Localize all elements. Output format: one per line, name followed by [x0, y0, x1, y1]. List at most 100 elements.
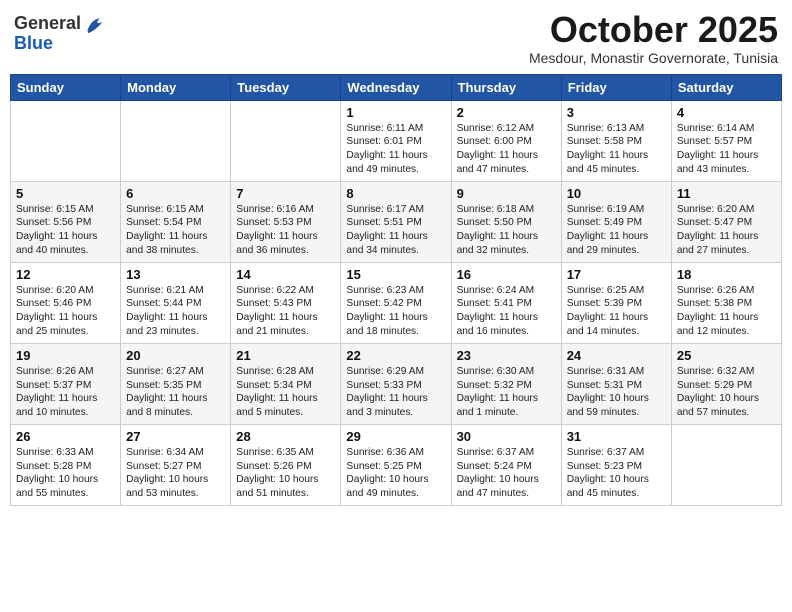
day-number: 16: [457, 267, 556, 282]
day-number: 10: [567, 186, 666, 201]
calendar-cell: 3Sunrise: 6:13 AMSunset: 5:58 PMDaylight…: [561, 100, 671, 181]
day-detail: Sunrise: 6:25 AMSunset: 5:39 PMDaylight:…: [567, 284, 666, 339]
calendar-cell: 28 Sunrise: 6:35 AMSunset: 5:26 PMDayligh…: [231, 424, 341, 505]
page-header: General Blue October 2025 Mesdour, Monas…: [10, 10, 782, 66]
month-title: October 2025: [529, 10, 778, 50]
day-number: 13: [126, 267, 225, 282]
calendar-week-row: 5 Sunrise: 6:15 AMSunset: 5:56 PMDaylight…: [11, 181, 782, 262]
calendar-cell: 2Sunrise: 6:12 AMSunset: 6:00 PMDaylight…: [451, 100, 561, 181]
day-number: 28: [236, 429, 335, 444]
day-detail: Sunrise: 6:16 AMSunset: 5:53 PMDaylight:…: [236, 203, 335, 258]
day-detail: Sunrise: 6:11 AMSunset: 6:01 PMDaylight:…: [346, 122, 445, 177]
day-detail: Sunrise: 6:14 AMSunset: 5:57 PMDaylight:…: [677, 122, 776, 177]
calendar-cell: 18Sunrise: 6:26 AMSunset: 5:38 PMDayligh…: [671, 262, 781, 343]
day-detail: Sunrise: 6:21 AMSunset: 5:44 PMDaylight:…: [126, 284, 225, 339]
weekday-header-friday: Friday: [561, 74, 671, 100]
day-number: 31: [567, 429, 666, 444]
calendar-cell: 17 Sunrise: 6:25 AMSunset: 5:39 PMDayligh…: [561, 262, 671, 343]
calendar-cell: 29 Sunrise: 6:36 AMSunset: 5:25 PMDayligh…: [341, 424, 451, 505]
day-detail: Sunrise: 6:32 AMSunset: 5:29 PMDaylight:…: [677, 365, 776, 420]
day-detail: Sunrise: 6:33 AMSunset: 5:28 PMDaylight:…: [16, 446, 115, 501]
weekday-header-tuesday: Tuesday: [231, 74, 341, 100]
day-detail: Sunrise: 6:27 AMSunset: 5:35 PMDaylight:…: [126, 365, 225, 420]
day-detail: Sunrise: 6:15 AMSunset: 5:54 PMDaylight:…: [126, 203, 225, 258]
day-detail: Sunrise: 6:29 AMSunset: 5:33 PMDaylight:…: [346, 365, 445, 420]
location-subtitle: Mesdour, Monastir Governorate, Tunisia: [529, 50, 778, 66]
calendar-cell: [121, 100, 231, 181]
day-number: 15: [346, 267, 445, 282]
day-number: 2: [457, 105, 556, 120]
day-number: 22: [346, 348, 445, 363]
calendar-cell: 13 Sunrise: 6:21 AMSunset: 5:44 PMDayligh…: [121, 262, 231, 343]
weekday-header-row: SundayMondayTuesdayWednesdayThursdayFrid…: [11, 74, 782, 100]
logo-general: General: [14, 14, 81, 34]
day-detail: Sunrise: 6:28 AMSunset: 5:34 PMDaylight:…: [236, 365, 335, 420]
day-number: 29: [346, 429, 445, 444]
day-number: 25: [677, 348, 776, 363]
weekday-header-wednesday: Wednesday: [341, 74, 451, 100]
calendar-cell: 9 Sunrise: 6:18 AMSunset: 5:50 PMDaylight…: [451, 181, 561, 262]
calendar-cell: 25 Sunrise: 6:32 AMSunset: 5:29 PMDayligh…: [671, 343, 781, 424]
day-detail: Sunrise: 6:37 AMSunset: 5:23 PMDaylight:…: [567, 446, 666, 501]
calendar-cell: 12 Sunrise: 6:20 AMSunset: 5:46 PMDayligh…: [11, 262, 121, 343]
calendar-week-row: 26 Sunrise: 6:33 AMSunset: 5:28 PMDayligh…: [11, 424, 782, 505]
logo: General Blue: [14, 14, 105, 54]
day-detail: Sunrise: 6:36 AMSunset: 5:25 PMDaylight:…: [346, 446, 445, 501]
calendar-cell: 15 Sunrise: 6:23 AMSunset: 5:42 PMDayligh…: [341, 262, 451, 343]
calendar-cell: [671, 424, 781, 505]
logo-text: General Blue: [14, 14, 81, 54]
day-detail: Sunrise: 6:20 AMSunset: 5:46 PMDaylight:…: [16, 284, 115, 339]
day-number: 7: [236, 186, 335, 201]
day-number: 30: [457, 429, 556, 444]
day-detail: Sunrise: 6:18 AMSunset: 5:50 PMDaylight:…: [457, 203, 556, 258]
calendar-cell: 19 Sunrise: 6:26 AMSunset: 5:37 PMDayligh…: [11, 343, 121, 424]
day-detail: Sunrise: 6:15 AMSunset: 5:56 PMDaylight:…: [16, 203, 115, 258]
day-detail: Sunrise: 6:17 AMSunset: 5:51 PMDaylight:…: [346, 203, 445, 258]
day-number: 4: [677, 105, 776, 120]
logo-blue: Blue: [14, 34, 81, 54]
day-detail: Sunrise: 6:26 AMSunset: 5:37 PMDaylight:…: [16, 365, 115, 420]
day-number: 14: [236, 267, 335, 282]
day-number: 26: [16, 429, 115, 444]
weekday-header-sunday: Sunday: [11, 74, 121, 100]
calendar-cell: 10Sunrise: 6:19 AMSunset: 5:49 PMDayligh…: [561, 181, 671, 262]
calendar-cell: 27Sunrise: 6:34 AMSunset: 5:27 PMDayligh…: [121, 424, 231, 505]
day-number: 12: [16, 267, 115, 282]
calendar-cell: 6 Sunrise: 6:15 AMSunset: 5:54 PMDaylight…: [121, 181, 231, 262]
day-number: 5: [16, 186, 115, 201]
day-number: 17: [567, 267, 666, 282]
title-block: October 2025 Mesdour, Monastir Governora…: [529, 10, 778, 66]
day-number: 23: [457, 348, 556, 363]
day-number: 1: [346, 105, 445, 120]
calendar-cell: 16Sunrise: 6:24 AMSunset: 5:41 PMDayligh…: [451, 262, 561, 343]
day-detail: Sunrise: 6:13 AMSunset: 5:58 PMDaylight:…: [567, 122, 666, 177]
logo-bird-icon: [83, 14, 105, 36]
day-number: 18: [677, 267, 776, 282]
calendar-cell: 14Sunrise: 6:22 AMSunset: 5:43 PMDayligh…: [231, 262, 341, 343]
day-number: 20: [126, 348, 225, 363]
calendar-cell: 1 Sunrise: 6:11 AMSunset: 6:01 PMDaylight…: [341, 100, 451, 181]
calendar-table: SundayMondayTuesdayWednesdayThursdayFrid…: [10, 74, 782, 506]
day-detail: Sunrise: 6:23 AMSunset: 5:42 PMDaylight:…: [346, 284, 445, 339]
calendar-cell: 4 Sunrise: 6:14 AMSunset: 5:57 PMDaylight…: [671, 100, 781, 181]
day-number: 6: [126, 186, 225, 201]
calendar-cell: [11, 100, 121, 181]
calendar-cell: 7 Sunrise: 6:16 AMSunset: 5:53 PMDaylight…: [231, 181, 341, 262]
calendar-cell: 26 Sunrise: 6:33 AMSunset: 5:28 PMDayligh…: [11, 424, 121, 505]
day-number: 21: [236, 348, 335, 363]
calendar-cell: 20 Sunrise: 6:27 AMSunset: 5:35 PMDayligh…: [121, 343, 231, 424]
weekday-header-monday: Monday: [121, 74, 231, 100]
day-number: 19: [16, 348, 115, 363]
calendar-cell: [231, 100, 341, 181]
weekday-header-thursday: Thursday: [451, 74, 561, 100]
day-number: 9: [457, 186, 556, 201]
calendar-cell: 21 Sunrise: 6:28 AMSunset: 5:34 PMDayligh…: [231, 343, 341, 424]
day-number: 24: [567, 348, 666, 363]
weekday-header-saturday: Saturday: [671, 74, 781, 100]
calendar-cell: 23Sunrise: 6:30 AMSunset: 5:32 PMDayligh…: [451, 343, 561, 424]
day-detail: Sunrise: 6:37 AMSunset: 5:24 PMDaylight:…: [457, 446, 556, 501]
day-detail: Sunrise: 6:35 AMSunset: 5:26 PMDaylight:…: [236, 446, 335, 501]
calendar-cell: 22 Sunrise: 6:29 AMSunset: 5:33 PMDayligh…: [341, 343, 451, 424]
calendar-cell: 24Sunrise: 6:31 AMSunset: 5:31 PMDayligh…: [561, 343, 671, 424]
day-detail: Sunrise: 6:34 AMSunset: 5:27 PMDaylight:…: [126, 446, 225, 501]
